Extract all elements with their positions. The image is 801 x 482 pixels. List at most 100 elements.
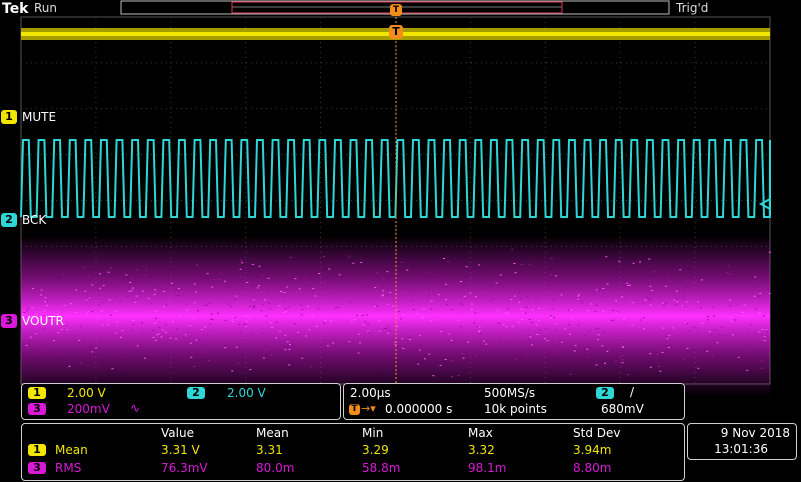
ch3-noise-sample: [385, 327, 388, 329]
ch2-scale-chip[interactable]: 2: [187, 387, 205, 399]
ch3-noise-sample: [264, 299, 267, 301]
ch3-noise-sample: [400, 347, 403, 348]
ch1-marker[interactable]: 1: [1, 110, 17, 124]
ch3-noise-sample: [267, 293, 270, 295]
ch3-noise-sample: [475, 296, 478, 298]
trigger-slope-icon[interactable]: /: [630, 385, 634, 399]
ch3-noise-sample: [432, 375, 435, 377]
ch3-noise-sample: [569, 333, 571, 335]
ch3-noise-sample: [43, 310, 46, 312]
ch3-noise-sample: [521, 318, 524, 320]
ch3-noise-sample: [497, 322, 500, 324]
ch3-noise-sample: [606, 350, 609, 352]
ch3-noise-sample: [551, 286, 554, 288]
ch3-noise-sample: [602, 310, 605, 312]
ch3-noise-sample: [555, 323, 558, 325]
ch3-noise-sample: [154, 311, 157, 312]
ch3-noise-sample: [728, 273, 731, 275]
ch3-noise-sample: [525, 354, 528, 356]
ch3-noise-sample: [314, 343, 317, 345]
ch3-noise-sample: [594, 328, 597, 330]
ch3-noise-sample: [568, 324, 571, 326]
ch3-noise-sample: [674, 304, 677, 306]
meas-header-max: Max: [468, 426, 493, 440]
ch3-noise-sample: [253, 305, 256, 307]
trigger-marker-icon[interactable]: T: [389, 25, 403, 39]
ch1-scale[interactable]: 2.00 V: [67, 386, 106, 400]
ch3-noise-sample: [686, 281, 689, 283]
ch3-noise-sample: [282, 312, 285, 313]
trigger-level[interactable]: 680mV: [601, 402, 644, 416]
ch2-scale[interactable]: 2.00 V: [227, 386, 266, 400]
ch3-noise-sample: [513, 295, 516, 297]
vertical-settings-panel[interactable]: 1 2.00 V 2 2.00 V 3 200mV ∿: [21, 383, 341, 420]
ch3-noise-sample: [768, 251, 771, 253]
ch3-noise-sample: [262, 303, 264, 305]
trigger-position-icon: T: [349, 404, 360, 415]
ch3-noise-sample: [513, 263, 516, 264]
ch3-noise-sample: [527, 296, 529, 298]
ch3-scale-chip[interactable]: 3: [28, 403, 46, 415]
ch3-marker[interactable]: 3: [1, 314, 17, 328]
run-state[interactable]: Run: [34, 1, 57, 15]
horizontal-scale[interactable]: 2.00µs: [350, 386, 391, 400]
ch3-noise-sample: [269, 308, 272, 310]
ch3-noise-sample: [361, 315, 364, 316]
ch3-noise-sample: [230, 306, 232, 308]
ch3-noise-sample: [577, 295, 580, 297]
ch2-marker[interactable]: 2: [1, 213, 17, 227]
ch3-noise-sample: [79, 326, 82, 327]
ch3-noise-sample: [58, 352, 61, 354]
ch3-noise-sample: [234, 342, 237, 344]
ch3-noise-sample: [437, 294, 440, 296]
ch3-noise-sample: [629, 284, 631, 286]
ch3-noise-sample: [252, 299, 255, 301]
ch1-scale-chip[interactable]: 1: [28, 387, 46, 399]
ch3-noise-sample: [760, 367, 763, 369]
ch3-noise-sample: [649, 366, 652, 368]
ch3-noise-sample: [109, 267, 112, 269]
ch3-noise-sample: [141, 290, 144, 292]
ch3-noise-sample: [710, 274, 713, 276]
ch3-noise-sample: [334, 307, 337, 309]
ch3-noise-sample: [531, 321, 533, 323]
ch3-noise-sample: [70, 303, 73, 305]
ch3-noise-sample: [686, 354, 689, 356]
ch3-noise-sample: [140, 274, 143, 276]
trigger-marker-top-icon[interactable]: T: [390, 4, 402, 16]
ch3-noise-sample: [746, 332, 749, 334]
ch3-noise-sample: [107, 271, 110, 273]
ch3-noise-sample: [659, 370, 662, 372]
trigger-position[interactable]: 0.000000 s: [385, 402, 452, 416]
ch3-noise-sample: [527, 329, 530, 331]
ch3-noise-sample: [206, 273, 209, 275]
record-length[interactable]: 10k points: [484, 402, 547, 416]
measurements-panel[interactable]: Value Mean Min Max Std Dev 1 Mean 3.31 V…: [21, 423, 685, 481]
ch3-noise-sample: [460, 302, 463, 304]
ch3-noise-sample: [337, 306, 340, 308]
ch3-noise-sample: [686, 348, 689, 349]
ch3-noise-sample: [766, 331, 769, 333]
ch3-noise-sample: [193, 283, 196, 285]
ch3-noise-sample: [157, 293, 160, 295]
trigger-level-arrow-icon[interactable]: [758, 198, 771, 210]
ch3-scale[interactable]: 200mV: [67, 402, 110, 416]
ch3-noise-sample: [165, 304, 168, 306]
ch3-noise-sample: [323, 322, 326, 324]
ch3-noise-sample: [556, 329, 558, 331]
trigger-source-chip[interactable]: 2: [596, 387, 614, 399]
ch3-noise-sample: [91, 351, 94, 353]
ch3-noise-sample: [27, 307, 30, 309]
ch3-noise-sample: [461, 353, 464, 354]
ch3-noise-sample: [639, 319, 642, 321]
ch3-noise-sample: [538, 329, 541, 331]
horizontal-trigger-panel[interactable]: 2.00µs 500MS/s 2 / T →▾ 0.000000 s 10k p…: [343, 383, 685, 420]
ch3-noise-sample: [642, 328, 645, 330]
ch3-noise-sample: [626, 374, 629, 376]
ch3-noise-sample: [102, 284, 105, 286]
ch3-noise-sample: [546, 340, 549, 342]
ch3-noise-sample: [132, 323, 135, 325]
ch3-noise-sample: [292, 292, 295, 294]
ch3-noise-sample: [88, 275, 91, 277]
ch3-noise-sample: [626, 282, 629, 284]
